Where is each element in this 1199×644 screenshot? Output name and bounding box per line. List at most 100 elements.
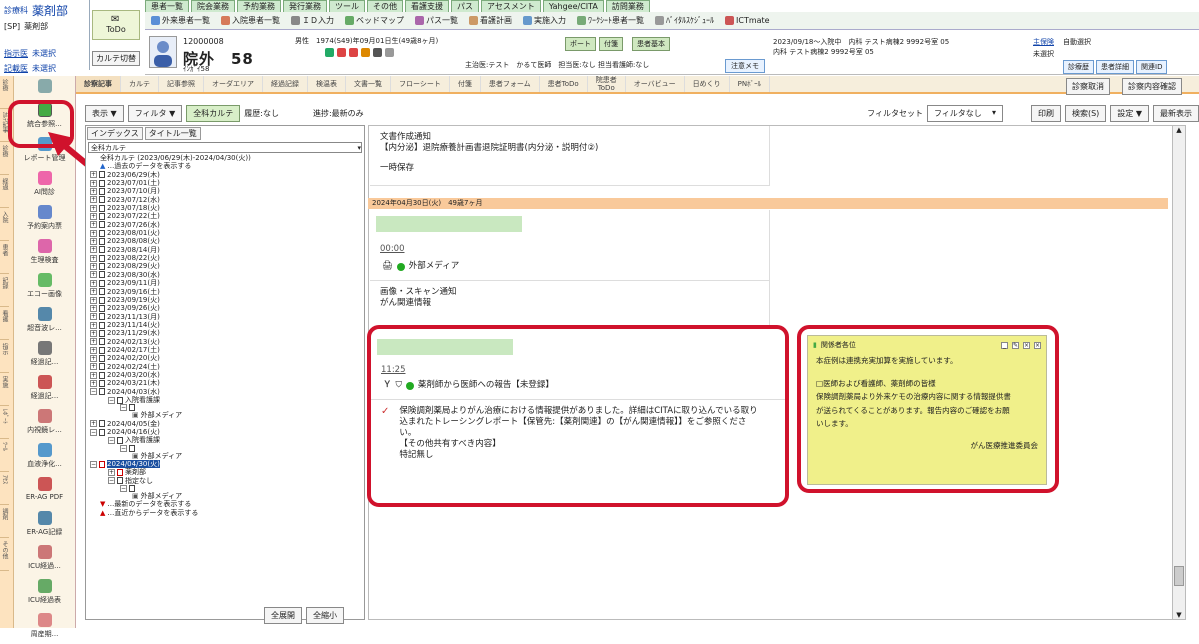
tree-date[interactable]: +2024/04/05(金)	[90, 420, 364, 428]
tab-order[interactable]: オーダエリア	[204, 76, 263, 92]
patient-basic-button[interactable]: 患者基本	[632, 37, 670, 51]
tree-node[interactable]: −	[90, 485, 364, 493]
tab-title-list[interactable]: タイトル一覧	[144, 127, 201, 140]
insurance-link[interactable]: 主保険	[1033, 37, 1054, 47]
chart-tool[interactable]	[14, 76, 75, 100]
tree-leaf[interactable]: ▣ 外部メディア	[90, 411, 364, 419]
sticky-button[interactable]: 付箋	[599, 37, 623, 51]
menu-tab[interactable]: 患者一覧	[145, 0, 189, 12]
side-tab[interactable]: 実施	[0, 373, 9, 406]
menu-tab[interactable]: 院会業務	[191, 0, 235, 12]
side-tool-icu-table[interactable]: ICU経過表	[14, 576, 75, 610]
dept-value[interactable]: 薬剤部	[32, 2, 68, 19]
entry-time[interactable]: 11:25	[371, 355, 785, 376]
bedmap-button[interactable]: ベッドマップ	[341, 15, 408, 26]
tree-direct[interactable]: ▲ …直近からデータを表示する	[90, 509, 364, 517]
close-icon[interactable]: ×	[1023, 341, 1030, 349]
latest-button[interactable]: 最新表示	[1153, 104, 1199, 122]
side-tool-er-pdf[interactable]: ER-AG PDF	[14, 474, 75, 508]
worksheet-button[interactable]: ﾜｰｸｼｰﾄ患者一覧	[573, 15, 648, 26]
tree-date[interactable]: +2023/08/08(火)	[90, 237, 364, 245]
tab-ward-todo[interactable]: 院患者 ToDo	[588, 76, 626, 92]
tree-node[interactable]: − 指定なし	[90, 477, 364, 485]
tab-docs[interactable]: 文書一覧	[346, 76, 391, 92]
id-input-button[interactable]: ＩＤ入力	[287, 15, 338, 26]
doc-label[interactable]: 指示医	[4, 48, 28, 59]
minimize-icon[interactable]: _	[1001, 341, 1008, 349]
tree-date[interactable]: +2023/09/19(火)	[90, 296, 364, 304]
tree-date[interactable]: − 2024/04/03(水)	[90, 388, 364, 396]
side-tool-endoscope[interactable]: 内視鏡レ...	[14, 406, 75, 440]
show-button[interactable]: 表示 ▼	[85, 104, 124, 122]
tree-date[interactable]: +2023/07/10(月)	[90, 187, 364, 195]
side-tool-progress[interactable]: 経過記...	[14, 338, 75, 372]
path-list-button[interactable]: パス一覧	[411, 15, 462, 26]
side-tool-ultrasound[interactable]: 超音波レ...	[14, 304, 75, 338]
todo-button[interactable]: ✉ ToDo	[92, 10, 140, 40]
tree-node[interactable]: − 入院看護課	[90, 436, 364, 444]
filter-button[interactable]: フィルタ ▼	[127, 104, 183, 122]
tree-date[interactable]: +2023/11/13(月)	[90, 313, 364, 321]
tab-sticky[interactable]: 付箋	[450, 76, 481, 92]
confirm-exam-button[interactable]: 診察内容確認	[1122, 78, 1182, 95]
menu-tab[interactable]: ツール	[329, 0, 365, 12]
tab-form[interactable]: 患者フォーム	[481, 76, 540, 92]
menu-tab[interactable]: 予約業務	[237, 0, 281, 12]
side-tool-er-record[interactable]: ER-AG記録	[14, 508, 75, 542]
edit-icon[interactable]: ✎	[1012, 341, 1019, 349]
side-tool-physio[interactable]: 生理検査	[14, 236, 75, 270]
side-tab[interactable]: ﾚﾎﾟｰﾄ	[0, 406, 9, 439]
tree-date[interactable]: +2023/08/22(火)	[90, 254, 364, 262]
preset-select[interactable]: フィルタなし ▾	[926, 104, 1003, 122]
tree-date[interactable]: +2023/08/14(月)	[90, 246, 364, 254]
tree-node[interactable]: + 薬剤部	[90, 468, 364, 476]
tab-overview[interactable]: オーバビュー	[626, 76, 685, 92]
side-tool-icu[interactable]: ICU経過...	[14, 542, 75, 576]
all-karte-button[interactable]: 全科カルテ	[186, 104, 241, 122]
settings-button[interactable]: 設定 ▼	[1110, 104, 1149, 122]
side-tool-dialysis[interactable]: 血液浄化...	[14, 440, 75, 474]
tree-past[interactable]: ▲ …過去のデータを表示する	[90, 162, 364, 170]
tab-daily[interactable]: 日めくり	[685, 76, 730, 92]
cancel-exam-button[interactable]: 診察取消	[1066, 78, 1110, 95]
tab-flowsheet[interactable]: フローシート	[391, 76, 450, 92]
side-tool-perinatal[interactable]: 周産期...	[14, 610, 75, 644]
side-tool-progress2[interactable]: 経過記...	[14, 372, 75, 406]
tree-date[interactable]: +2024/02/24(土)	[90, 363, 364, 371]
tree-date[interactable]: +2023/09/26(火)	[90, 304, 364, 312]
scroll-down-icon[interactable]: ▼	[1173, 611, 1185, 619]
tab-karte[interactable]: カルテ	[121, 76, 159, 92]
tab-reference[interactable]: 記事参照	[159, 76, 204, 92]
tree-date[interactable]: +2023/11/14(火)	[90, 321, 364, 329]
tree-date[interactable]: +2023/07/22(土)	[90, 212, 364, 220]
tree-node[interactable]: − 入院看護課	[90, 396, 364, 404]
exec-input-button[interactable]: 実施入力	[519, 15, 570, 26]
menu-tab[interactable]: Yahgee/CITA	[542, 0, 604, 12]
scroll-thumb[interactable]	[1174, 566, 1184, 586]
side-tab[interactable]: 患者	[0, 241, 9, 274]
side-tab[interactable]: 診療	[0, 142, 9, 175]
menu-tab[interactable]: パス	[451, 0, 479, 12]
karte-switch-button[interactable]: カルテ切替	[92, 51, 140, 66]
side-tab[interactable]: ｱｾｽ	[0, 472, 9, 505]
menu-tab[interactable]: アセスメント	[481, 0, 541, 12]
tab-temp[interactable]: 検温表	[308, 76, 346, 92]
tree-date[interactable]: +2024/02/20(火)	[90, 354, 364, 362]
tree-date[interactable]: +2024/03/21(木)	[90, 379, 364, 387]
delete-icon[interactable]: ×	[1034, 341, 1041, 349]
port-button[interactable]: ポート	[565, 37, 596, 51]
tree-date[interactable]: +2024/02/13(火)	[90, 338, 364, 346]
detail-button[interactable]: 患者詳細	[1096, 60, 1134, 74]
tree-date[interactable]: +2023/07/26(水)	[90, 221, 364, 229]
tree-date[interactable]: +2023/11/29(水)	[90, 329, 364, 337]
tree-date[interactable]: +2023/08/29(火)	[90, 262, 364, 270]
side-tab[interactable]: 経過	[0, 175, 9, 208]
side-tab[interactable]: ﾂｰﾙ	[0, 439, 9, 472]
tree-date[interactable]: +2023/08/01(火)	[90, 229, 364, 237]
side-tab[interactable]: 入院	[0, 208, 9, 241]
print-button[interactable]: 印刷	[1030, 104, 1061, 122]
rec-label[interactable]: 記載医	[4, 63, 28, 74]
scroll-up-icon[interactable]: ▲	[1173, 126, 1185, 134]
ictmate-button[interactable]: ICTmate	[721, 16, 774, 25]
side-tab[interactable]: 診療	[0, 76, 9, 109]
